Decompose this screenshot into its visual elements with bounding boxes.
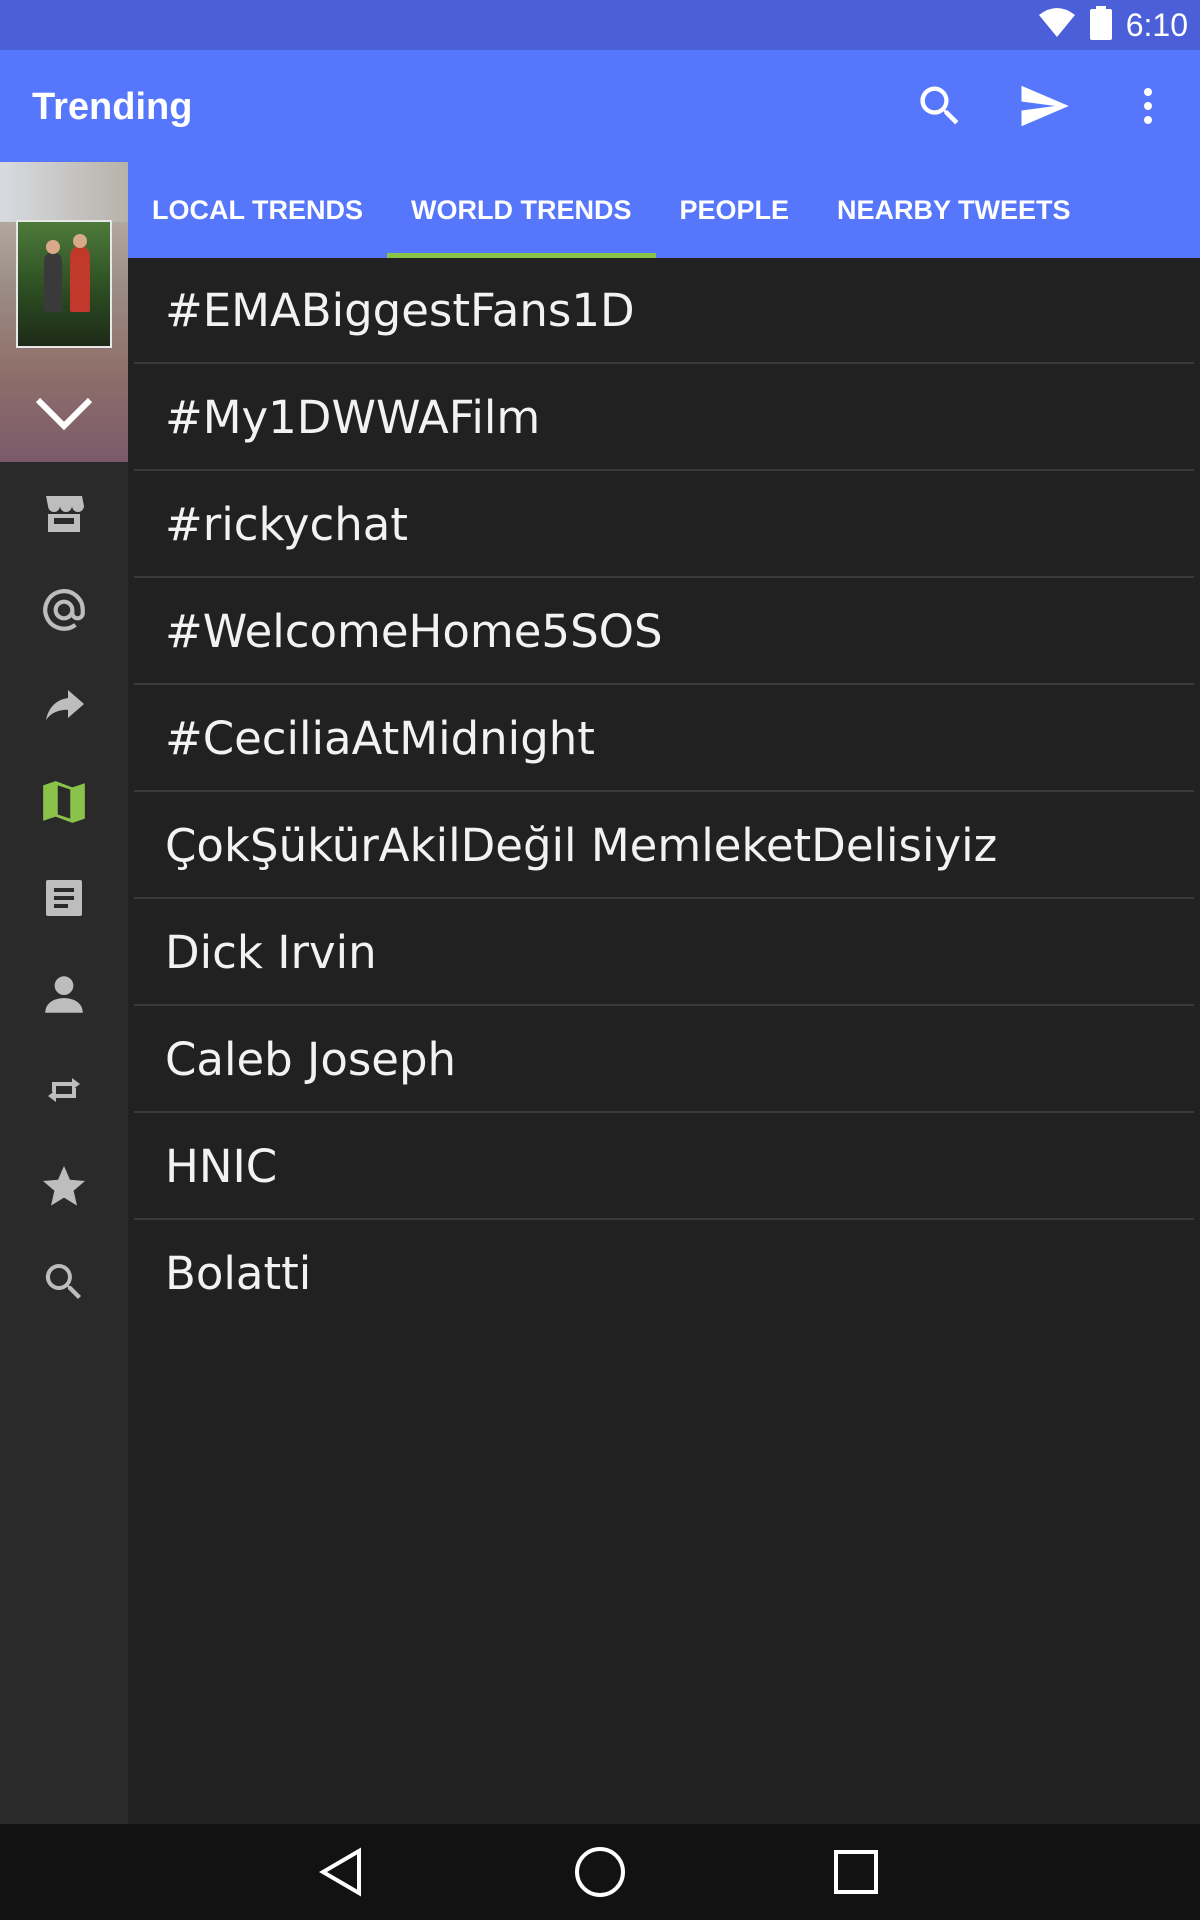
trend-label: #rickychat bbox=[165, 498, 409, 551]
list-item[interactable]: #CeciliaAtMidnight bbox=[134, 686, 1194, 792]
trend-label: Bolatti bbox=[165, 1247, 312, 1300]
list-item[interactable]: Bolatti bbox=[134, 1221, 1194, 1327]
trend-label: #My1DWWAFilm bbox=[165, 391, 541, 444]
tab-label: WORLD TRENDS bbox=[411, 194, 632, 225]
trend-list: #EMABiggestFans1D #My1DWWAFilm #rickycha… bbox=[128, 258, 1200, 1824]
side-nav-rail bbox=[0, 162, 128, 1824]
back-icon bbox=[319, 1847, 361, 1897]
status-time: 6:10 bbox=[1125, 6, 1188, 43]
nav-item-mentions[interactable] bbox=[34, 580, 94, 640]
list-item[interactable]: ÇokŞükürAkilDeğil MemleketDelisiyiz bbox=[134, 793, 1194, 899]
list-item[interactable]: #EMABiggestFans1D bbox=[134, 258, 1194, 364]
article-icon bbox=[46, 880, 82, 916]
tab-label: PEOPLE bbox=[679, 194, 790, 225]
list-item[interactable]: #WelcomeHome5SOS bbox=[134, 579, 1194, 685]
trend-tabs: LOCAL TRENDS WORLD TRENDS PEOPLE NEARBY … bbox=[128, 162, 1200, 258]
trend-label: #EMABiggestFans1D bbox=[165, 284, 635, 337]
list-item[interactable]: HNIC bbox=[134, 1114, 1194, 1220]
profile-banner bbox=[0, 162, 128, 222]
nav-item-trends-map[interactable] bbox=[34, 772, 94, 832]
tab-world-trends[interactable]: WORLD TRENDS bbox=[387, 162, 656, 258]
battery-icon bbox=[1089, 5, 1112, 45]
search-icon bbox=[920, 86, 959, 125]
trend-label: Dick Irvin bbox=[165, 926, 377, 979]
search-icon bbox=[45, 1264, 81, 1299]
tab-nearby-tweets[interactable]: NEARBY TWEETS bbox=[813, 162, 1095, 258]
back-button[interactable] bbox=[282, 1824, 402, 1920]
tab-people[interactable]: PEOPLE bbox=[656, 162, 814, 258]
page-title: Trending bbox=[32, 86, 193, 128]
app-bar: Trending bbox=[0, 50, 1200, 162]
trend-label: HNIC bbox=[165, 1140, 278, 1193]
list-item[interactable]: Dick Irvin bbox=[134, 900, 1194, 1006]
app-bar-actions bbox=[888, 50, 1200, 162]
nav-item-favorites[interactable] bbox=[34, 1156, 94, 1216]
list-item[interactable]: Caleb Joseph bbox=[134, 1007, 1194, 1113]
account-expand-button[interactable] bbox=[32, 388, 96, 438]
recents-icon bbox=[834, 1850, 878, 1894]
account-header[interactable] bbox=[0, 162, 128, 462]
more-vert-icon bbox=[1144, 88, 1152, 124]
search-button[interactable] bbox=[888, 50, 992, 162]
person-icon bbox=[45, 976, 83, 1013]
list-item[interactable]: #My1DWWAFilm bbox=[134, 365, 1194, 471]
list-item[interactable]: #rickychat bbox=[134, 472, 1194, 578]
overflow-menu-button[interactable] bbox=[1096, 50, 1200, 162]
status-bar: 6:10 bbox=[0, 0, 1200, 50]
star-icon bbox=[43, 1166, 85, 1206]
nav-item-search[interactable] bbox=[34, 1252, 94, 1312]
trend-label: Caleb Joseph bbox=[165, 1033, 457, 1086]
status-icons: 6:10 bbox=[1038, 0, 1188, 50]
nav-item-store[interactable] bbox=[34, 484, 94, 544]
recents-button[interactable] bbox=[796, 1824, 916, 1920]
trend-label: #CeciliaAtMidnight bbox=[165, 712, 595, 765]
wifi-icon bbox=[1038, 7, 1076, 44]
tab-label: LOCAL TRENDS bbox=[152, 194, 364, 225]
tab-local-trends[interactable]: LOCAL TRENDS bbox=[128, 162, 387, 258]
share-icon bbox=[46, 690, 84, 720]
nav-item-retweets[interactable] bbox=[34, 1060, 94, 1120]
retweet-icon bbox=[48, 1078, 80, 1102]
tab-label: NEARBY TWEETS bbox=[837, 194, 1071, 225]
trend-label: #WelcomeHome5SOS bbox=[165, 605, 663, 658]
avatar[interactable] bbox=[16, 220, 112, 348]
trend-label: ÇokŞükürAkilDeğil MemleketDelisiyiz bbox=[165, 819, 998, 872]
chevron-down-icon bbox=[35, 397, 93, 431]
send-icon bbox=[1021, 85, 1069, 127]
nav-item-lists[interactable] bbox=[34, 868, 94, 928]
map-icon bbox=[43, 781, 85, 823]
system-nav-bar bbox=[0, 1824, 1200, 1920]
at-icon bbox=[43, 589, 85, 631]
nav-item-share[interactable] bbox=[34, 676, 94, 736]
nav-item-profile[interactable] bbox=[34, 964, 94, 1024]
home-icon bbox=[575, 1847, 625, 1897]
store-icon bbox=[46, 496, 84, 532]
compose-send-button[interactable] bbox=[992, 50, 1096, 162]
home-button[interactable] bbox=[540, 1824, 660, 1920]
